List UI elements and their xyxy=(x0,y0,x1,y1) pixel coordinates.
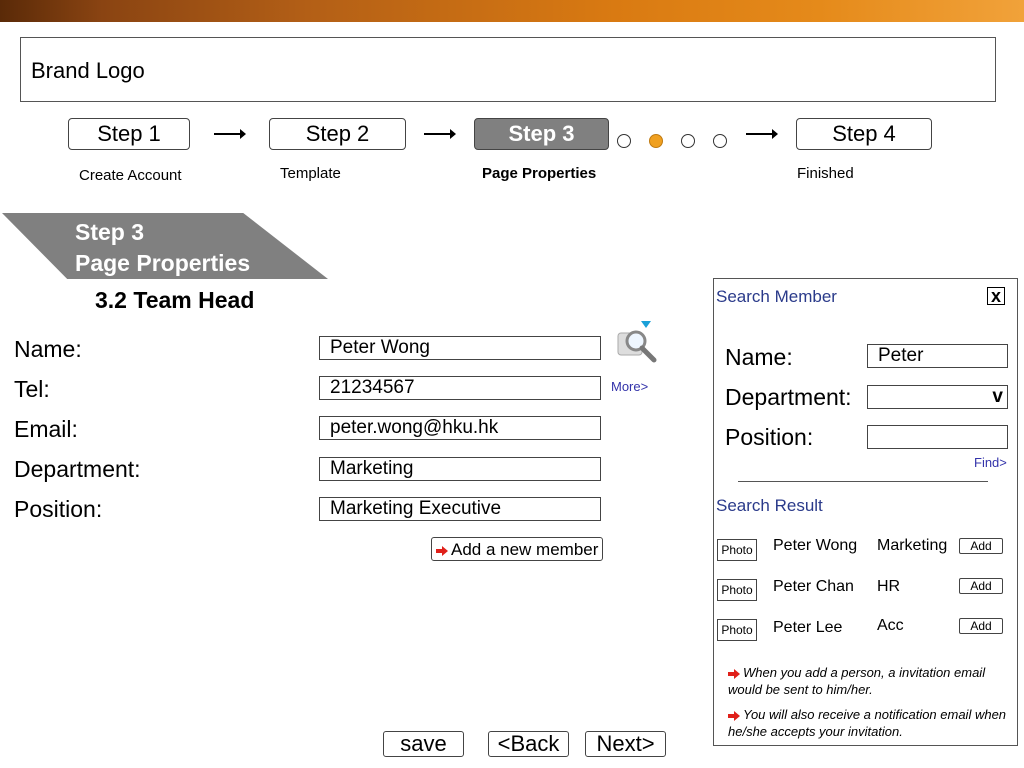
result-dept: Acc xyxy=(877,617,904,634)
result-name: Peter Lee xyxy=(773,619,843,636)
progress-dot xyxy=(713,134,727,148)
search-department-select[interactable]: v xyxy=(867,385,1008,409)
search-member-icon[interactable] xyxy=(614,319,660,365)
name-label: Name: xyxy=(14,336,82,362)
result-photo: Photo xyxy=(717,539,757,561)
progress-dot xyxy=(681,134,695,148)
arrow-right-icon xyxy=(424,129,456,139)
more-link[interactable]: More> xyxy=(611,379,648,394)
position-field[interactable]: Marketing Executive xyxy=(319,497,601,521)
position-label: Position: xyxy=(14,496,103,522)
wizard-step-1[interactable]: Step 1 xyxy=(68,118,190,150)
search-name-input[interactable]: Peter xyxy=(867,344,1008,368)
arrow-right-icon xyxy=(728,668,740,679)
arrow-right-icon xyxy=(436,545,448,556)
search-result-title: Search Result xyxy=(716,496,823,515)
back-button[interactable]: <Back xyxy=(488,731,569,757)
section-subtitle: 3.2 Team Head xyxy=(95,287,255,313)
name-field[interactable]: Peter Wong xyxy=(319,336,601,360)
search-member-title: Search Member xyxy=(716,287,837,306)
divider xyxy=(738,481,988,482)
result-photo: Photo xyxy=(717,619,757,641)
notification-note: You will also receive a notification ema… xyxy=(728,706,1008,740)
save-button[interactable]: save xyxy=(383,731,464,757)
result-name: Peter Chan xyxy=(773,578,854,595)
email-label: Email: xyxy=(14,416,78,442)
section-title: Page Properties xyxy=(75,250,251,276)
wizard-step-4[interactable]: Step 4 xyxy=(796,118,932,150)
tel-label: Tel: xyxy=(14,376,50,402)
department-field[interactable]: Marketing xyxy=(319,457,601,481)
result-dept: Marketing xyxy=(877,537,948,554)
wizard-step-2[interactable]: Step 2 xyxy=(269,118,406,150)
brand-logo-box: Brand Logo xyxy=(20,37,996,102)
section-step: Step 3 xyxy=(75,219,145,245)
add-new-member-label: Add a new member xyxy=(451,540,599,559)
add-result-button[interactable]: Add xyxy=(959,618,1003,634)
arrow-right-icon xyxy=(746,129,778,139)
chevron-down-icon: v xyxy=(992,386,1003,407)
step-2-caption: Template xyxy=(280,165,341,182)
add-result-button[interactable]: Add xyxy=(959,578,1003,594)
step-4-caption: Finished xyxy=(797,165,854,182)
email-field[interactable]: peter.wong@hku.hk xyxy=(319,416,601,440)
invitation-note: When you add a person, a invitation emai… xyxy=(728,664,1008,698)
step-1-caption: Create Account xyxy=(79,167,182,184)
step-3-caption: Page Properties xyxy=(482,165,597,182)
brand-logo-text: Brand Logo xyxy=(31,58,145,83)
search-position-label: Position: xyxy=(725,424,814,450)
search-position-input[interactable] xyxy=(867,425,1008,449)
progress-dot xyxy=(617,134,631,148)
search-department-label: Department: xyxy=(725,384,852,410)
top-banner xyxy=(0,0,1024,22)
arrow-right-icon xyxy=(214,129,246,139)
result-dept: HR xyxy=(877,578,901,595)
note-text: You will also receive a notification ema… xyxy=(728,707,1007,739)
arrow-right-icon xyxy=(728,710,740,721)
result-photo: Photo xyxy=(717,579,757,601)
result-name: Peter Wong xyxy=(773,537,858,554)
progress-dot-current xyxy=(649,134,663,148)
department-label: Department: xyxy=(14,456,141,482)
next-button[interactable]: Next> xyxy=(585,731,666,757)
wizard-step-3[interactable]: Step 3 xyxy=(474,118,609,150)
add-result-button[interactable]: Add xyxy=(959,538,1003,554)
note-text: When you add a person, a invitation emai… xyxy=(728,665,986,697)
find-link[interactable]: Find> xyxy=(974,455,1007,470)
close-icon[interactable]: x xyxy=(987,287,1005,305)
add-new-member-button[interactable]: Add a new member xyxy=(431,537,604,561)
tel-field[interactable]: 21234567 xyxy=(319,376,601,400)
search-name-label: Name: xyxy=(725,344,793,370)
